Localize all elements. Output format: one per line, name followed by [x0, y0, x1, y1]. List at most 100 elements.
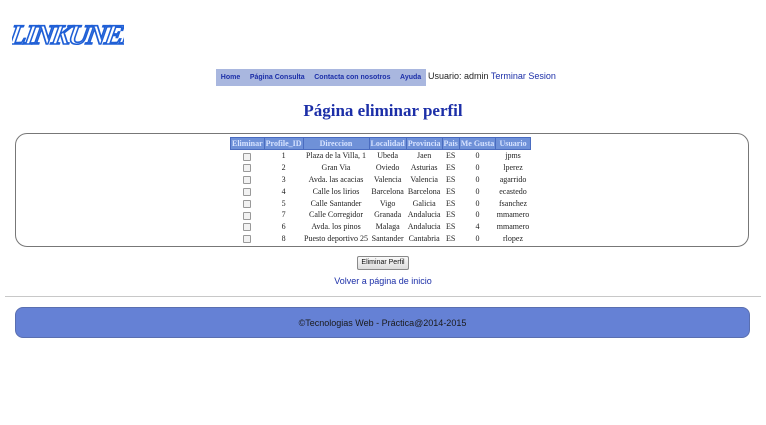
col-usuario: Usuario — [495, 137, 531, 150]
cell-pais: ES — [445, 151, 456, 161]
cell-localidad: Santander — [371, 233, 404, 243]
table-row: 6 Avda. los pinos Malaga Andalucia ES 4 … — [231, 221, 531, 233]
delete-checkbox[interactable] — [243, 176, 252, 185]
delete-checkbox[interactable] — [243, 187, 252, 196]
logo-text: LINKUNEDIN — [12, 20, 124, 51]
delete-checkbox[interactable] — [243, 211, 252, 220]
cell-me-gusta: 0 — [475, 163, 480, 173]
cell-profile-id: 8 — [281, 233, 286, 243]
logo: LINKUNEDIN — [12, 12, 124, 54]
col-eliminar: Eliminar — [230, 137, 265, 150]
table-row: 5 Calle Santander Vigo Galicia ES 0 fsan… — [231, 197, 531, 209]
cell-provincia: Cantabria — [408, 233, 440, 243]
cell-profile-id: 2 — [281, 163, 286, 173]
table-header-row: Eliminar Profile_ID Direccion Localidad … — [230, 137, 531, 150]
cell-direccion: Avda. los pinos — [311, 222, 361, 232]
cell-pais: ES — [445, 198, 456, 208]
cell-pais: ES — [445, 210, 456, 220]
col-direccion: Direccion — [302, 137, 370, 150]
cell-direccion: Avda. las acacias — [308, 174, 364, 184]
cell-localidad: Valencia — [373, 174, 402, 184]
table-row: 8 Puesto deportivo 25 Santander Cantabri… — [231, 233, 531, 245]
cell-pais: ES — [445, 186, 456, 196]
delete-checkbox[interactable] — [243, 235, 252, 244]
cell-provincia: Asturias — [410, 163, 438, 173]
cell-me-gusta: 0 — [475, 210, 480, 220]
cell-me-gusta: 0 — [475, 198, 480, 208]
cell-me-gusta: 0 — [475, 233, 480, 243]
delete-profile-button[interactable]: Eliminar Perfil — [357, 256, 409, 270]
cell-provincia: Andalucia — [407, 210, 441, 220]
cell-profile-id: 5 — [281, 198, 286, 208]
cell-provincia: Andalucia — [407, 222, 441, 232]
col-profile-id: Profile_ID — [263, 137, 304, 150]
cell-me-gusta: 4 — [475, 222, 480, 232]
nav-bar: Home Página Consulta Contacta con nosotr… — [216, 69, 426, 86]
cell-provincia: Valencia — [410, 174, 438, 184]
cell-localidad: Barcelona — [371, 186, 404, 196]
cell-provincia: Jaen — [417, 151, 432, 161]
divider — [5, 296, 761, 297]
cell-profile-id: 6 — [281, 222, 286, 232]
logout-link[interactable]: Terminar Sesion — [491, 71, 556, 81]
cell-usuario: fsanchez — [499, 198, 527, 208]
cell-profile-id: 4 — [281, 186, 286, 196]
table-row: 2 Gran Via Oviedo Asturias ES 0 lperez — [231, 162, 531, 174]
delete-checkbox[interactable] — [243, 152, 252, 161]
table-row: 1 Plaza de la Villa, 1 Ubeda Jaen ES 0 j… — [231, 150, 531, 162]
nav-help-link[interactable]: Ayuda — [400, 74, 421, 81]
cell-localidad: Granada — [374, 210, 402, 220]
logo-image: LINKUNEDIN — [12, 19, 124, 51]
col-pais: Pais — [441, 137, 460, 150]
cell-me-gusta: 0 — [475, 151, 480, 161]
table-row: 3 Avda. las acacias Valencia Valencia ES… — [231, 174, 531, 186]
cell-direccion: Puesto deportivo 25 — [304, 233, 369, 243]
table-row: 7 Calle Corregidor Granada Andalucia ES … — [231, 209, 531, 221]
cell-usuario: rlopez — [503, 233, 524, 243]
nav-contact-link[interactable]: Contacta con nosotros — [314, 74, 390, 81]
cell-usuario: ecastedo — [499, 186, 527, 196]
page-title: Página eliminar perfil — [303, 101, 463, 120]
cell-profile-id: 7 — [281, 210, 286, 220]
user-label: Usuario: admin — [428, 71, 489, 81]
delete-checkbox[interactable] — [243, 199, 252, 208]
cell-localidad: Oviedo — [375, 163, 400, 173]
cell-profile-id: 3 — [281, 174, 286, 184]
col-provincia: Provincia — [405, 137, 443, 150]
cell-usuario: mmamero — [496, 222, 530, 232]
cell-me-gusta: 0 — [475, 186, 480, 196]
cell-provincia: Galicia — [412, 198, 436, 208]
cell-pais: ES — [445, 222, 456, 232]
cell-pais: ES — [445, 163, 456, 173]
cell-usuario: jpms — [505, 151, 521, 161]
cell-direccion: Calle Corregidor — [309, 210, 363, 220]
footer-text: ©Tecnologias Web - Práctica@2014-2015 — [298, 317, 467, 328]
cell-usuario: lperez — [503, 163, 523, 173]
cell-direccion: Plaza de la Villa, 1 — [306, 151, 367, 161]
col-me-gusta: Me Gusta — [458, 137, 497, 150]
nav-consulta-link[interactable]: Página Consulta — [250, 74, 305, 81]
delete-checkbox[interactable] — [243, 164, 252, 173]
cell-pais: ES — [445, 233, 456, 243]
cell-direccion: Calle Santander — [310, 198, 362, 208]
nav-home-link[interactable]: Home — [221, 74, 240, 81]
cell-localidad: Malaga — [375, 222, 400, 232]
cell-direccion: Calle los lirios — [312, 186, 360, 196]
cell-pais: ES — [445, 174, 456, 184]
cell-provincia: Barcelona — [407, 186, 441, 196]
cell-usuario: mmamero — [496, 210, 530, 220]
cell-usuario: agarrido — [499, 174, 527, 184]
cell-localidad: Ubeda — [377, 151, 399, 161]
cell-me-gusta: 0 — [475, 174, 480, 184]
back-home-link[interactable]: Volver a página de inicio — [0, 276, 766, 286]
cell-profile-id: 1 — [281, 151, 286, 161]
profiles-table-container: Eliminar Profile_ID Direccion Localidad … — [15, 133, 749, 247]
profiles-table: Eliminar Profile_ID Direccion Localidad … — [230, 137, 531, 244]
table-row: 4 Calle los lirios Barcelona Barcelona E… — [231, 185, 531, 197]
delete-checkbox[interactable] — [243, 223, 252, 232]
footer: ©Tecnologias Web - Práctica@2014-2015 — [15, 307, 750, 338]
col-localidad: Localidad — [368, 137, 407, 150]
cell-localidad: Vigo — [379, 198, 396, 208]
cell-direccion: Gran Via — [321, 163, 351, 173]
user-info: Usuario: admin Terminar Sesion — [428, 71, 556, 81]
